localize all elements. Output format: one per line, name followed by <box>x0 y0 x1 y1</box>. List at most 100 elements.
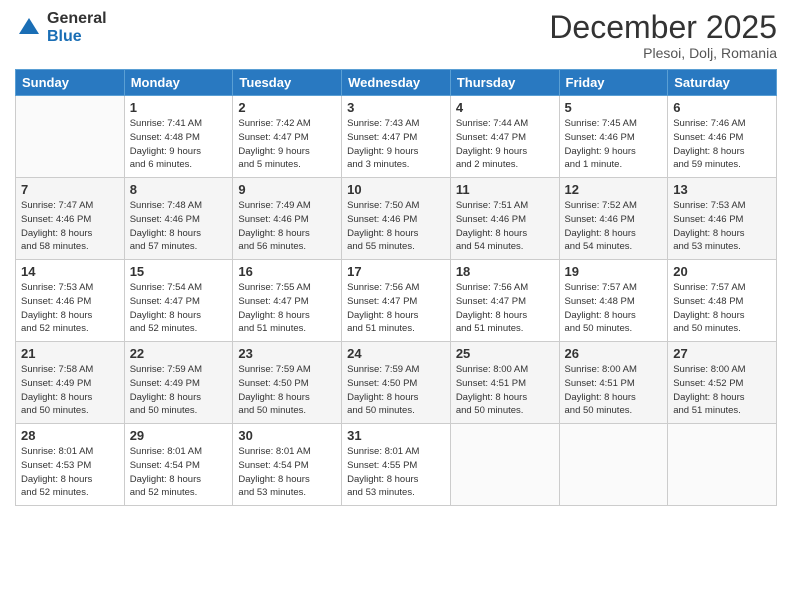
calendar-cell: 24 Sunrise: 7:59 AM Sunset: 4:50 PM Dayli… <box>342 342 451 424</box>
day-info: Sunrise: 7:57 AM Sunset: 4:48 PM Dayligh… <box>673 281 771 336</box>
day-number: 23 <box>238 346 336 361</box>
day-info: Sunrise: 7:58 AM Sunset: 4:49 PM Dayligh… <box>21 363 119 418</box>
header-wednesday: Wednesday <box>342 70 451 96</box>
day-number: 11 <box>456 182 554 197</box>
day-info: Sunrise: 7:53 AM Sunset: 4:46 PM Dayligh… <box>21 281 119 336</box>
day-info: Sunrise: 8:01 AM Sunset: 4:54 PM Dayligh… <box>238 445 336 500</box>
calendar-cell: 22 Sunrise: 7:59 AM Sunset: 4:49 PM Dayli… <box>124 342 233 424</box>
calendar-cell: 17Sunrise: 7:56 AM Sunset: 4:47 PM Dayli… <box>342 260 451 342</box>
calendar-cell: 10Sunrise: 7:50 AM Sunset: 4:46 PM Dayli… <box>342 178 451 260</box>
month-title: December 2025 <box>549 10 777 45</box>
title-section: December 2025 Plesoi, Dolj, Romania <box>549 10 777 61</box>
calendar-cell: 5 Sunrise: 7:45 AM Sunset: 4:46 PM Daylig… <box>559 96 668 178</box>
day-info: Sunrise: 8:00 AM Sunset: 4:51 PM Dayligh… <box>565 363 663 418</box>
day-number: 21 <box>21 346 119 361</box>
day-number: 24 <box>347 346 445 361</box>
logo: General Blue <box>15 10 107 45</box>
day-info: Sunrise: 7:59 AM Sunset: 4:50 PM Dayligh… <box>238 363 336 418</box>
day-number: 2 <box>238 100 336 115</box>
calendar-cell: 8 Sunrise: 7:48 AM Sunset: 4:46 PM Daylig… <box>124 178 233 260</box>
day-number: 14 <box>21 264 119 279</box>
day-number: 22 <box>130 346 228 361</box>
day-info: Sunrise: 8:00 AM Sunset: 4:52 PM Dayligh… <box>673 363 771 418</box>
day-info: Sunrise: 7:52 AM Sunset: 4:46 PM Dayligh… <box>565 199 663 254</box>
logo-icon <box>15 14 43 42</box>
day-number: 8 <box>130 182 228 197</box>
day-info: Sunrise: 7:54 AM Sunset: 4:47 PM Dayligh… <box>130 281 228 336</box>
day-number: 25 <box>456 346 554 361</box>
day-number: 13 <box>673 182 771 197</box>
calendar-cell: 13Sunrise: 7:53 AM Sunset: 4:46 PM Dayli… <box>668 178 777 260</box>
header-monday: Monday <box>124 70 233 96</box>
header-saturday: Saturday <box>668 70 777 96</box>
day-number: 27 <box>673 346 771 361</box>
day-number: 29 <box>130 428 228 443</box>
calendar-cell: 4Sunrise: 7:44 AM Sunset: 4:47 PM Daylig… <box>450 96 559 178</box>
day-info: Sunrise: 8:00 AM Sunset: 4:51 PM Dayligh… <box>456 363 554 418</box>
day-info: Sunrise: 7:48 AM Sunset: 4:46 PM Dayligh… <box>130 199 228 254</box>
day-number: 16 <box>238 264 336 279</box>
calendar-cell: 20Sunrise: 7:57 AM Sunset: 4:48 PM Dayli… <box>668 260 777 342</box>
calendar-cell: 26 Sunrise: 8:00 AM Sunset: 4:51 PM Dayli… <box>559 342 668 424</box>
calendar-cell: 12 Sunrise: 7:52 AM Sunset: 4:46 PM Dayli… <box>559 178 668 260</box>
calendar-cell <box>16 96 125 178</box>
day-number: 9 <box>238 182 336 197</box>
calendar-cell: 18Sunrise: 7:56 AM Sunset: 4:47 PM Dayli… <box>450 260 559 342</box>
day-info: Sunrise: 7:49 AM Sunset: 4:46 PM Dayligh… <box>238 199 336 254</box>
day-info: Sunrise: 7:59 AM Sunset: 4:49 PM Dayligh… <box>130 363 228 418</box>
day-info: Sunrise: 7:51 AM Sunset: 4:46 PM Dayligh… <box>456 199 554 254</box>
location: Plesoi, Dolj, Romania <box>549 45 777 61</box>
day-number: 5 <box>565 100 663 115</box>
calendar-cell: 14 Sunrise: 7:53 AM Sunset: 4:46 PM Dayli… <box>16 260 125 342</box>
header-tuesday: Tuesday <box>233 70 342 96</box>
calendar-cell: 2 Sunrise: 7:42 AM Sunset: 4:47 PM Daylig… <box>233 96 342 178</box>
header-friday: Friday <box>559 70 668 96</box>
calendar-cell: 1 Sunrise: 7:41 AM Sunset: 4:48 PM Daylig… <box>124 96 233 178</box>
page-container: General Blue December 2025 Plesoi, Dolj,… <box>0 0 792 516</box>
weekday-header-row: Sunday Monday Tuesday Wednesday Thursday… <box>16 70 777 96</box>
calendar-cell: 28 Sunrise: 8:01 AM Sunset: 4:53 PM Dayli… <box>16 424 125 506</box>
header: General Blue December 2025 Plesoi, Dolj,… <box>15 10 777 61</box>
calendar-cell: 21 Sunrise: 7:58 AM Sunset: 4:49 PM Dayli… <box>16 342 125 424</box>
day-number: 31 <box>347 428 445 443</box>
day-number: 30 <box>238 428 336 443</box>
day-number: 10 <box>347 182 445 197</box>
day-number: 26 <box>565 346 663 361</box>
calendar-cell: 25 Sunrise: 8:00 AM Sunset: 4:51 PM Dayli… <box>450 342 559 424</box>
calendar-cell: 11 Sunrise: 7:51 AM Sunset: 4:46 PM Dayli… <box>450 178 559 260</box>
day-info: Sunrise: 8:01 AM Sunset: 4:55 PM Dayligh… <box>347 445 445 500</box>
day-info: Sunrise: 7:55 AM Sunset: 4:47 PM Dayligh… <box>238 281 336 336</box>
day-info: Sunrise: 7:41 AM Sunset: 4:48 PM Dayligh… <box>130 117 228 172</box>
day-info: Sunrise: 7:42 AM Sunset: 4:47 PM Dayligh… <box>238 117 336 172</box>
day-info: Sunrise: 7:57 AM Sunset: 4:48 PM Dayligh… <box>565 281 663 336</box>
calendar-cell: 3Sunrise: 7:43 AM Sunset: 4:47 PM Daylig… <box>342 96 451 178</box>
day-number: 17 <box>347 264 445 279</box>
day-number: 6 <box>673 100 771 115</box>
day-info: Sunrise: 7:47 AM Sunset: 4:46 PM Dayligh… <box>21 199 119 254</box>
calendar-cell: 23 Sunrise: 7:59 AM Sunset: 4:50 PM Dayli… <box>233 342 342 424</box>
logo-text: General Blue <box>47 10 107 45</box>
week-row-4: 21 Sunrise: 7:58 AM Sunset: 4:49 PM Dayli… <box>16 342 777 424</box>
logo-general-text: General <box>47 10 107 28</box>
day-number: 1 <box>130 100 228 115</box>
day-info: Sunrise: 7:56 AM Sunset: 4:47 PM Dayligh… <box>456 281 554 336</box>
day-number: 28 <box>21 428 119 443</box>
calendar-cell: 6Sunrise: 7:46 AM Sunset: 4:46 PM Daylig… <box>668 96 777 178</box>
week-row-1: 1 Sunrise: 7:41 AM Sunset: 4:48 PM Daylig… <box>16 96 777 178</box>
day-info: Sunrise: 7:43 AM Sunset: 4:47 PM Dayligh… <box>347 117 445 172</box>
week-row-5: 28 Sunrise: 8:01 AM Sunset: 4:53 PM Dayli… <box>16 424 777 506</box>
day-info: Sunrise: 8:01 AM Sunset: 4:53 PM Dayligh… <box>21 445 119 500</box>
calendar-cell: 15 Sunrise: 7:54 AM Sunset: 4:47 PM Dayli… <box>124 260 233 342</box>
calendar-cell: 9 Sunrise: 7:49 AM Sunset: 4:46 PM Daylig… <box>233 178 342 260</box>
calendar-cell <box>668 424 777 506</box>
calendar-cell: 31 Sunrise: 8:01 AM Sunset: 4:55 PM Dayli… <box>342 424 451 506</box>
calendar-cell <box>559 424 668 506</box>
day-number: 19 <box>565 264 663 279</box>
header-thursday: Thursday <box>450 70 559 96</box>
week-row-3: 14 Sunrise: 7:53 AM Sunset: 4:46 PM Dayli… <box>16 260 777 342</box>
week-row-2: 7Sunrise: 7:47 AM Sunset: 4:46 PM Daylig… <box>16 178 777 260</box>
day-info: Sunrise: 7:59 AM Sunset: 4:50 PM Dayligh… <box>347 363 445 418</box>
day-info: Sunrise: 7:45 AM Sunset: 4:46 PM Dayligh… <box>565 117 663 172</box>
day-number: 12 <box>565 182 663 197</box>
day-number: 15 <box>130 264 228 279</box>
